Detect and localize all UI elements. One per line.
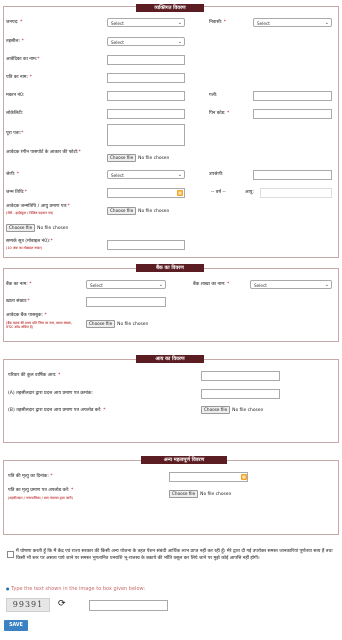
- branch-select[interactable]: Select ⌄: [250, 280, 332, 289]
- choose-file-button[interactable]: Choose file: [6, 224, 36, 232]
- tehsil-select[interactable]: Select ⌄: [107, 37, 185, 46]
- bank-name-label: बैंक का नाम: *: [6, 282, 32, 287]
- personal-section-title: व्यक्तिगत विवरण: [136, 4, 204, 12]
- husband-name-input[interactable]: [107, 73, 185, 83]
- death-date-label: पति की मृत्यु का दिनांक: *: [8, 474, 53, 479]
- calendar-icon[interactable]: ▦: [241, 474, 247, 480]
- chevron-down-icon: ⌄: [177, 39, 182, 45]
- file-status: No file chosen: [232, 408, 264, 413]
- district-select[interactable]: Select ⌄: [107, 18, 185, 27]
- other-section-title: अन्य महत्वपूर्ण विवरण: [141, 456, 227, 464]
- file-status: No file chosen: [138, 156, 170, 161]
- captcha-instruction: ● Type the text shown in the image to bo…: [6, 586, 145, 592]
- category-select[interactable]: Select ⌄: [107, 170, 185, 179]
- street-input[interactable]: [253, 91, 332, 101]
- death-cert-file-input[interactable]: Choose file No file chosen: [169, 490, 231, 498]
- chevron-down-icon: ⌄: [177, 172, 182, 178]
- choose-file-button[interactable]: Choose file: [169, 490, 199, 498]
- choose-file-button[interactable]: Choose file: [201, 406, 231, 414]
- house-no-label: मकान नं0:: [6, 93, 25, 98]
- category-label: श्रेणी: *: [6, 172, 20, 177]
- resident-select[interactable]: Select ⌄: [253, 18, 332, 27]
- cert-no-label: (A) तहसीलदार द्वारा प्रदत्त आय प्रमाण पत…: [8, 391, 93, 396]
- dob-dash: -- वर्ष --: [211, 190, 226, 195]
- file-status: No file chosen: [117, 322, 149, 327]
- applicant-name-label: आवेदिका का नाम:*: [6, 57, 40, 62]
- chevron-down-icon: ⌄: [324, 282, 329, 288]
- annual-income-label: परिवार की कुल वार्षिक आय: *: [8, 373, 61, 378]
- passbook-hint: (बैंक खाता की प्रथम प्रति जिस पर नाम, खा…: [6, 321, 72, 329]
- dob-proof-hint: (जैसे - हाईस्कूल / विशिष्ट पहचान पत्र): [6, 211, 54, 215]
- chevron-down-icon: ⌄: [158, 282, 163, 288]
- pincode-input[interactable]: [253, 109, 332, 119]
- district-label: जनपद: *: [6, 20, 23, 25]
- branch-label: बैंक शाखा का नाम: *: [193, 282, 230, 287]
- locality-input[interactable]: [107, 109, 185, 119]
- choose-file-button[interactable]: Choose file: [107, 207, 137, 215]
- cert-no-input[interactable]: [201, 389, 280, 399]
- declaration-text: मैं घोषणा करती हूँ कि मैं केंद्र एवं राज…: [16, 549, 333, 561]
- full-address-textarea[interactable]: [107, 124, 185, 146]
- subcategory-input[interactable]: [253, 170, 332, 180]
- resident-label: Selectनिवासी: *: [209, 20, 227, 25]
- bank-section-title: बैंक का विवरण: [136, 264, 204, 272]
- dob-proof-file-input-2[interactable]: Choose file No file chosen: [6, 224, 68, 232]
- husband-name-label: पति का नाम: *: [6, 75, 32, 80]
- file-status: No file chosen: [138, 209, 170, 214]
- passbook-file-input[interactable]: Choose file No file chosen: [86, 320, 148, 328]
- choose-file-button[interactable]: Choose file: [86, 320, 116, 328]
- applicant-name-input[interactable]: [107, 55, 185, 65]
- account-label: खाता संख्या:*: [6, 299, 30, 304]
- age-input[interactable]: [260, 188, 332, 198]
- death-cert-label: पति का मृत्यु प्रमाण पत्र अपलोड करें: *: [8, 488, 74, 493]
- contact-input[interactable]: [107, 240, 185, 250]
- help-icon: ●: [6, 586, 10, 591]
- death-date-input[interactable]: [169, 472, 248, 482]
- locality-label: लोकेलिटी:: [6, 111, 24, 116]
- declaration-checkbox[interactable]: [7, 551, 14, 558]
- annual-income-input[interactable]: [201, 371, 280, 381]
- dob-proof-label: आवेदक जन्मतिथि / आयु प्रमाण पत्र:*: [6, 204, 70, 209]
- file-status: No file chosen: [37, 226, 69, 231]
- captcha-input[interactable]: [89, 600, 168, 611]
- choose-file-button[interactable]: Choose file: [107, 154, 137, 162]
- tehsil-label: तहसील: *: [6, 39, 24, 44]
- photo-file-input[interactable]: Choose file No file chosen: [107, 154, 169, 162]
- account-input[interactable]: [86, 297, 166, 307]
- passbook-label: आवेदक बैंक पासबुक: *: [6, 313, 47, 318]
- dob-proof-file-input[interactable]: Choose file No file chosen: [107, 207, 169, 215]
- pincode-label: पिन कोड: *: [209, 111, 230, 116]
- calendar-icon[interactable]: ▦: [177, 190, 183, 196]
- save-button[interactable]: SAVE: [4, 620, 28, 631]
- death-cert-hint: (तहसीलदार / नगरपालिका / ग्राम पंचायत द्व…: [8, 496, 73, 500]
- age-label: आयु:: [245, 190, 254, 195]
- bank-name-select[interactable]: Select ⌄: [86, 280, 166, 289]
- street-label: गली:: [209, 93, 218, 98]
- subcategory-label: उपश्रेणी:: [209, 172, 224, 177]
- house-no-input[interactable]: [107, 91, 185, 101]
- refresh-icon[interactable]: ⟳: [58, 598, 66, 610]
- file-status: No file chosen: [200, 492, 232, 497]
- chevron-down-icon: ⌄: [324, 20, 329, 26]
- photo-label: आवेदक रंगीन पासपोर्ट के आकार की फोटो:*: [6, 150, 81, 155]
- income-section-title: आय का विवरण: [136, 355, 204, 363]
- dob-label: जन्म तिथि:*: [6, 190, 27, 195]
- full-address-label: पूरा पता:*: [6, 131, 24, 136]
- cert-file-input[interactable]: Choose file No file chosen: [201, 406, 263, 414]
- contact-hint: (10 अंक का मोबाइल नम्बर): [6, 246, 42, 250]
- dob-input[interactable]: [107, 188, 185, 198]
- captcha-image: 99391: [6, 598, 50, 612]
- contact-label: सम्पर्क सूत्र (मोबाइल नं0):*: [6, 239, 53, 244]
- chevron-down-icon: ⌄: [177, 20, 182, 26]
- income-section: [3, 359, 339, 443]
- cert-upload-label: (B) तहसीलदार द्वारा प्रदत्त आय प्रमाण पत…: [8, 408, 106, 413]
